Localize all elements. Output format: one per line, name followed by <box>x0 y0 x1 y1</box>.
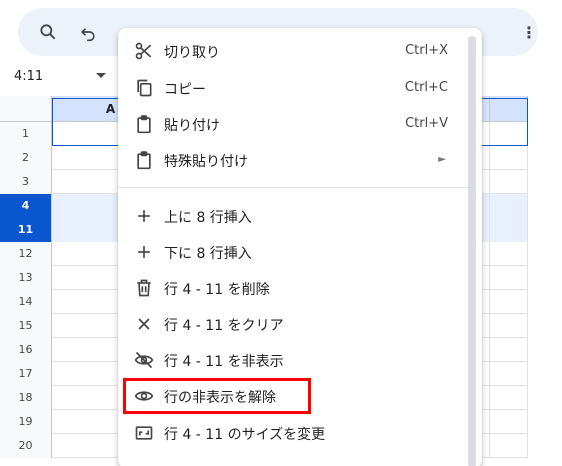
menu-item-label: 貼り付け <box>164 118 220 134</box>
cell[interactable] <box>490 386 528 410</box>
row-number[interactable]: 13 <box>0 266 52 290</box>
row-number[interactable]: 15 <box>0 314 52 338</box>
menu-item-cut[interactable]: 切り取り Ctrl+X <box>118 33 482 69</box>
menu-divider <box>118 187 468 188</box>
menu-item-label: 上に 8 行挿入 <box>164 210 252 226</box>
cell[interactable] <box>490 194 528 218</box>
row-number[interactable]: 12 <box>0 242 52 266</box>
menu-item-label: コピー <box>164 82 206 98</box>
trash-icon <box>134 278 154 298</box>
menu-item-resize-rows[interactable]: 行 4 - 11 のサイズを変更 <box>118 415 482 451</box>
menu-item-delete-rows[interactable]: 行 4 - 11 を削除 <box>118 270 482 306</box>
shortcut-label: Ctrl+V <box>405 116 448 131</box>
row-number[interactable]: 1 <box>0 122 52 146</box>
select-all-corner[interactable] <box>0 96 52 122</box>
row-number[interactable]: 2 <box>0 146 52 170</box>
search-icon[interactable] <box>38 22 58 42</box>
menu-item-hide-rows[interactable]: 行 4 - 11 を非表示 <box>118 342 482 378</box>
menu-item-insert-above[interactable]: 上に 8 行挿入 <box>118 198 482 234</box>
menu-item-unhide-rows[interactable]: 行の非表示を解除 <box>118 378 482 414</box>
menu-item-label: 行 4 - 11 のサイズを変更 <box>164 427 326 443</box>
menu-item-label: 行 4 - 11 を削除 <box>164 282 270 298</box>
row-number[interactable]: 4 <box>0 194 52 218</box>
eye-icon <box>134 386 154 406</box>
column-header[interactable] <box>490 96 528 122</box>
undo-icon[interactable] <box>78 22 98 42</box>
row-number[interactable]: 16 <box>0 338 52 362</box>
cell[interactable] <box>490 146 528 170</box>
submenu-arrow-icon: ► <box>438 154 446 165</box>
cell[interactable] <box>490 362 528 386</box>
copy-icon <box>134 78 154 98</box>
cell[interactable] <box>490 242 528 266</box>
row-number[interactable]: 20 <box>0 434 52 458</box>
row-number[interactable]: 19 <box>0 410 52 434</box>
cell[interactable] <box>490 122 528 146</box>
row-number[interactable]: 11 <box>0 218 52 242</box>
menu-item-label: 下に 8 行挿入 <box>164 246 252 262</box>
menu-item-insert-below[interactable]: 下に 8 行挿入 <box>118 234 482 270</box>
row-number[interactable]: 17 <box>0 362 52 386</box>
menu-item-copy[interactable]: コピー Ctrl+C <box>118 70 482 106</box>
eye-off-icon <box>134 350 154 370</box>
resize-icon <box>134 423 154 443</box>
row-number[interactable]: 18 <box>0 386 52 410</box>
cell[interactable] <box>490 266 528 290</box>
menu-item-paste-special[interactable]: 特殊貼り付け ► <box>118 142 482 178</box>
cell[interactable] <box>490 218 528 242</box>
more-vert-icon[interactable]: ⋮ <box>521 24 537 42</box>
name-box[interactable]: 4:11 <box>0 62 118 92</box>
menu-item-label: 特殊貼り付け <box>164 154 248 170</box>
plus-icon <box>134 242 154 262</box>
cell[interactable] <box>490 434 528 458</box>
context-menu: 切り取り Ctrl+X コピー Ctrl+C 貼り付け Ctrl+V 特殊貼り付… <box>118 28 482 466</box>
shortcut-label: Ctrl+C <box>404 80 448 95</box>
shortcut-label: Ctrl+X <box>405 43 448 58</box>
cell[interactable] <box>490 314 528 338</box>
scissors-icon <box>134 41 154 61</box>
row-number[interactable]: 3 <box>0 170 52 194</box>
dropdown-arrow-icon[interactable] <box>96 73 106 78</box>
menu-item-label: 切り取り <box>164 45 220 61</box>
cell[interactable] <box>490 170 528 194</box>
plus-icon <box>134 206 154 226</box>
menu-item-clear-rows[interactable]: 行 4 - 11 をクリア <box>118 306 482 342</box>
menu-item-paste[interactable]: 貼り付け Ctrl+V <box>118 106 482 142</box>
name-box-value: 4:11 <box>14 69 44 84</box>
cell[interactable] <box>490 338 528 362</box>
row-number[interactable]: 14 <box>0 290 52 314</box>
cell[interactable] <box>490 290 528 314</box>
menu-item-label: 行 4 - 11 を非表示 <box>164 354 284 370</box>
close-icon <box>134 314 154 334</box>
clipboard-icon <box>134 114 154 134</box>
clipboard-icon <box>134 150 154 170</box>
menu-item-label: 行 4 - 11 をクリア <box>164 318 284 334</box>
menu-scrollbar[interactable] <box>468 36 476 466</box>
cell[interactable] <box>490 410 528 434</box>
menu-item-label: 行の非表示を解除 <box>164 390 276 406</box>
